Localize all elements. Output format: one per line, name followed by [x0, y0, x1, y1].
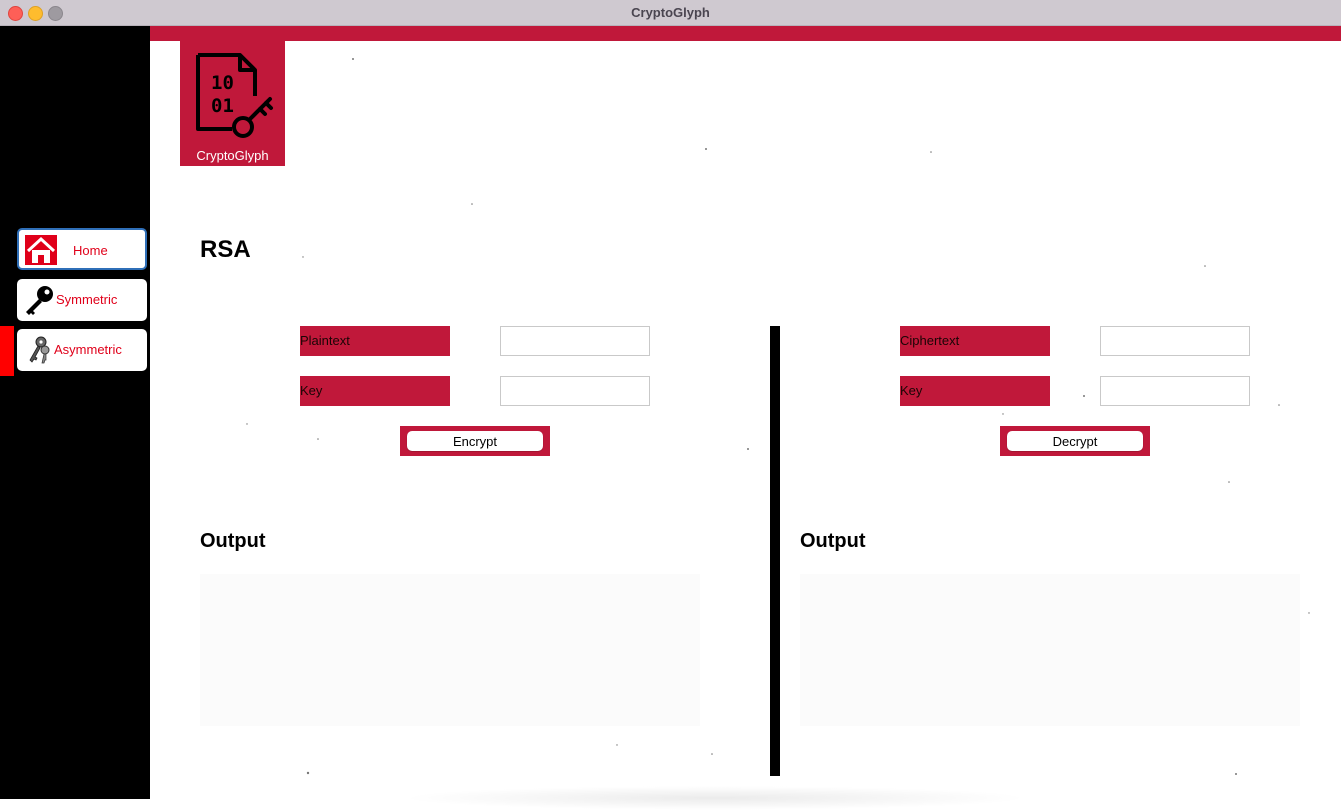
sidebar-item-symmetric[interactable]: Symmetric [17, 279, 147, 321]
header-stripe [150, 26, 1341, 41]
sidebar: Home Symmetric Asymmetric [0, 26, 150, 799]
decrypt-key-input[interactable] [1100, 376, 1250, 406]
encrypt-button-frame: Encrypt [400, 426, 550, 456]
key-icon [23, 284, 55, 321]
ciphertext-label: Ciphertext [900, 326, 1050, 356]
panel-divider [770, 326, 780, 776]
decrypt-button-frame: Decrypt [1000, 426, 1150, 456]
keys-icon [26, 336, 50, 369]
sidebar-item-asymmetric[interactable]: Asymmetric [17, 329, 147, 371]
sidebar-item-label: Home [73, 243, 108, 258]
plaintext-label: Plaintext [300, 326, 450, 356]
decrypt-output-area[interactable] [800, 574, 1300, 726]
encrypt-output-heading: Output [200, 530, 266, 552]
window-title: CryptoGlyph [631, 5, 710, 20]
home-icon [25, 235, 57, 270]
page-title: RSA [200, 236, 251, 263]
decrypt-output-heading: Output [800, 530, 866, 552]
ciphertext-input[interactable] [1100, 326, 1250, 356]
sidebar-item-home[interactable]: Home [17, 228, 147, 270]
encrypt-key-label: Key [300, 376, 450, 406]
decrypt-key-label: Key [900, 376, 1050, 406]
active-nav-indicator [0, 326, 14, 376]
sidebar-item-label: Asymmetric [54, 342, 122, 357]
encrypt-key-input[interactable] [500, 376, 650, 406]
window-edge-shadow [400, 786, 1030, 810]
encrypt-output-area[interactable] [200, 574, 700, 726]
encrypt-button[interactable]: Encrypt [407, 431, 543, 451]
decrypt-button[interactable]: Decrypt [1007, 431, 1143, 451]
title-bar: CryptoGlyph [0, 0, 1341, 26]
plaintext-input[interactable] [500, 326, 650, 356]
sidebar-item-label: Symmetric [56, 292, 118, 307]
